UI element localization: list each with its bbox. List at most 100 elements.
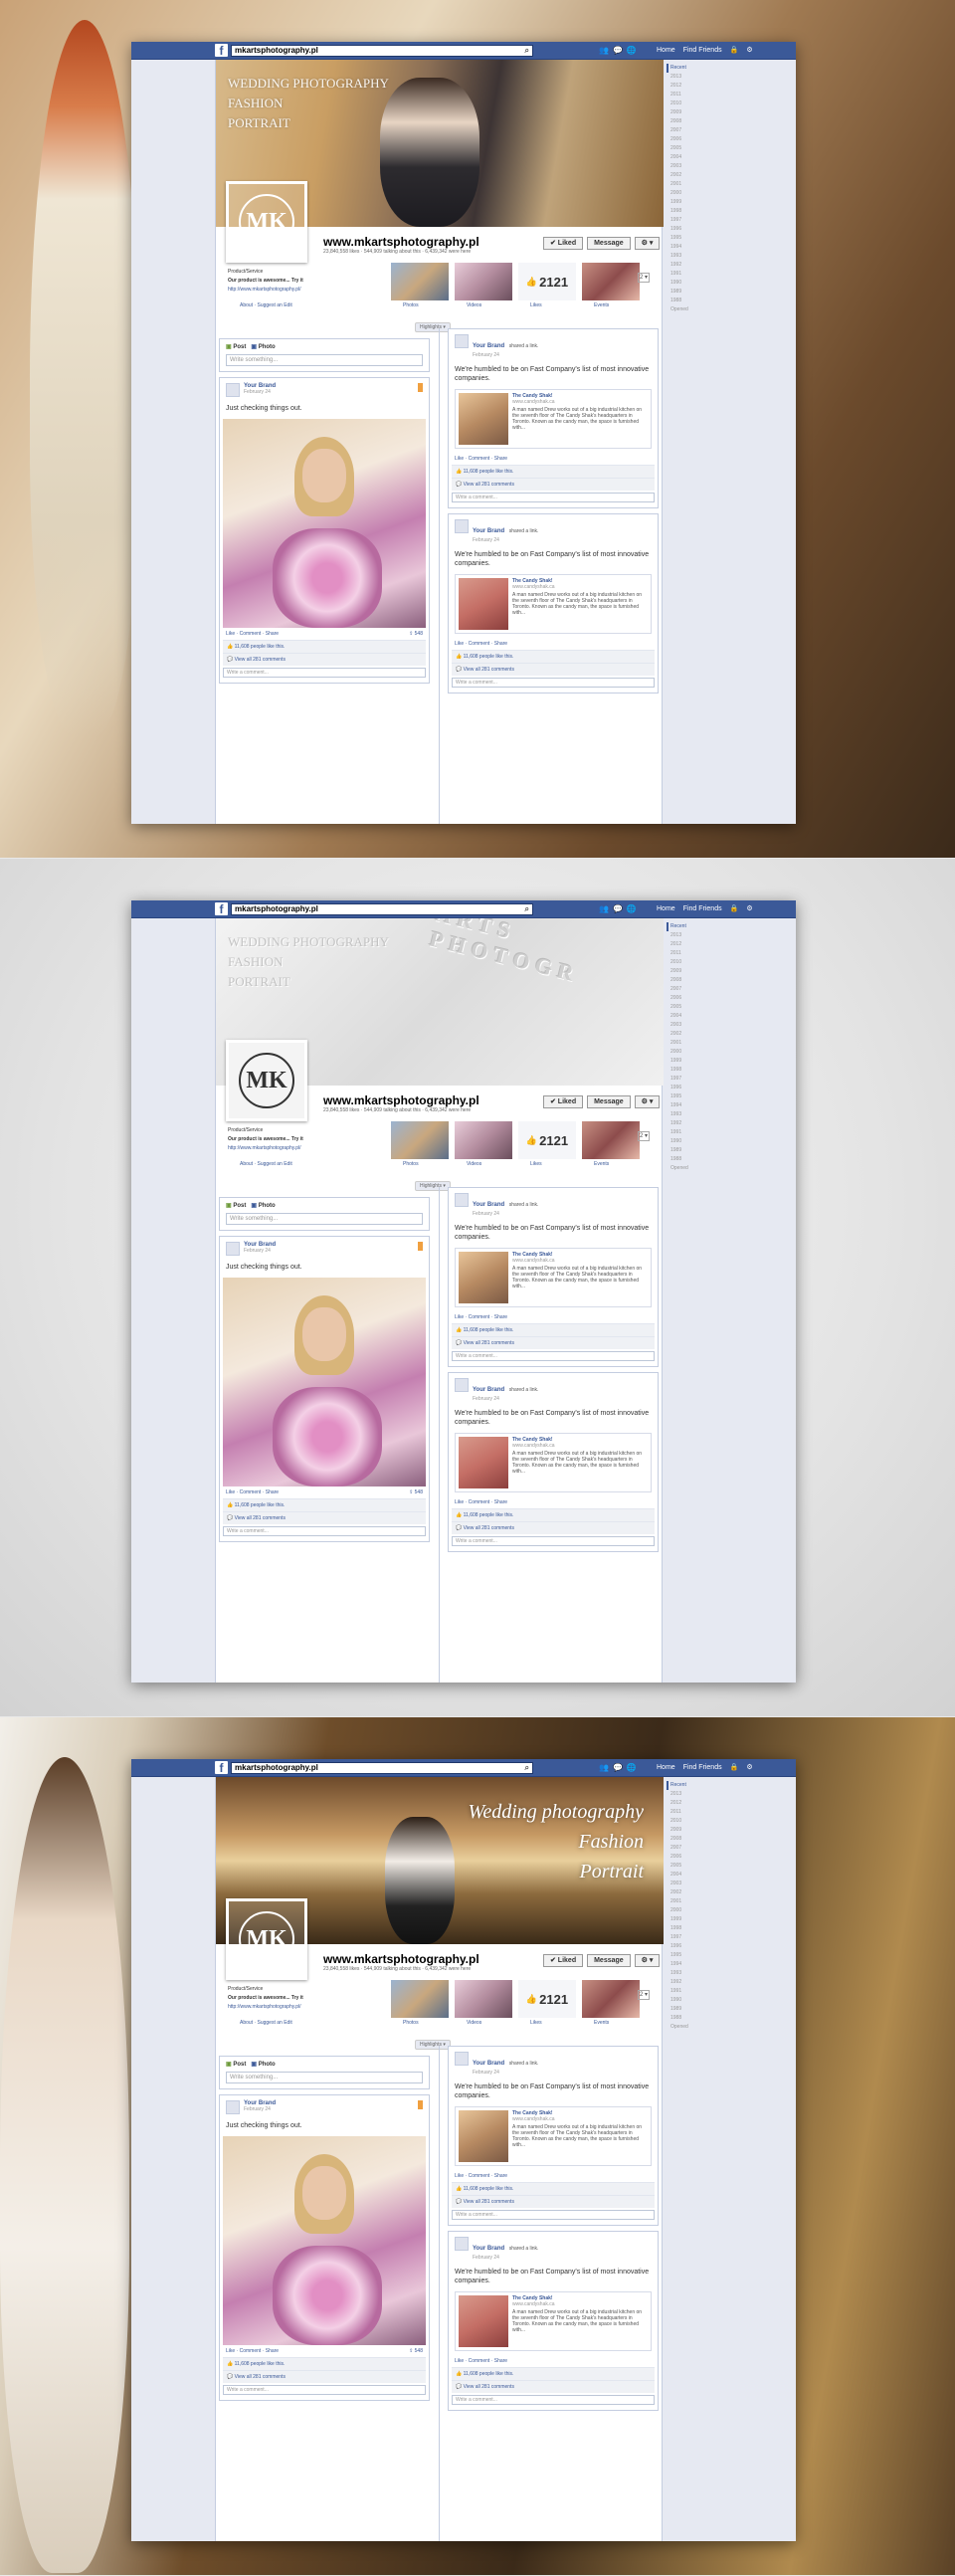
post-date[interactable]: February 24 xyxy=(244,2106,276,2112)
timeline-year[interactable]: 2009 xyxy=(667,967,696,976)
message-button[interactable]: Message xyxy=(587,237,631,250)
timeline-year[interactable]: 2004 xyxy=(667,1012,696,1021)
profile-picture[interactable]: MK xyxy=(226,1040,307,1121)
nav-home[interactable]: Home xyxy=(657,47,675,54)
app-videos[interactable] xyxy=(455,1121,512,1159)
timeline-year[interactable]: Opened xyxy=(667,1164,696,1173)
facebook-logo-icon[interactable]: f xyxy=(215,1761,228,1775)
timeline-year[interactable]: 1997 xyxy=(667,1933,696,1942)
timeline-year[interactable]: 2010 xyxy=(667,1817,696,1826)
timeline-year[interactable]: 1989 xyxy=(667,2005,696,2014)
link-thumbnail[interactable] xyxy=(459,2295,508,2347)
app-likes[interactable]: 👍 2121 xyxy=(518,1980,576,2018)
timeline-year[interactable]: 1996 xyxy=(667,1084,696,1092)
timeline-year[interactable]: 1992 xyxy=(667,1978,696,1987)
app-events[interactable] xyxy=(582,1121,640,1159)
post-tab[interactable]: ▣ Post xyxy=(226,2062,246,2068)
settings-gear-button[interactable]: ⚙ ▾ xyxy=(634,1954,661,1967)
liked-button[interactable]: ✔ Liked xyxy=(543,237,584,250)
post-date[interactable]: February 24 xyxy=(473,1211,538,1217)
timeline-year[interactable]: 1994 xyxy=(667,243,696,252)
timeline-year[interactable]: 2000 xyxy=(667,1906,696,1915)
timeline-year[interactable]: 2000 xyxy=(667,189,696,198)
post-author[interactable]: Your Brand xyxy=(473,343,504,349)
timeline-year[interactable]: 1992 xyxy=(667,261,696,270)
post-date[interactable]: February 24 xyxy=(244,1248,276,1254)
timeline-year[interactable]: 2007 xyxy=(667,126,696,135)
post-date[interactable]: February 24 xyxy=(473,1396,538,1402)
timeline-year[interactable]: 2010 xyxy=(667,958,696,967)
nav-home[interactable]: Home xyxy=(657,905,675,912)
timeline-year[interactable]: 1991 xyxy=(667,1987,696,1996)
comment-input[interactable]: Write a comment... xyxy=(452,493,655,502)
timeline-year[interactable]: 1988 xyxy=(667,1155,696,1164)
search-icon[interactable]: ⌕ xyxy=(525,1763,529,1773)
nav-find-friends[interactable]: Find Friends xyxy=(683,47,722,54)
timeline-year[interactable]: 2004 xyxy=(667,1871,696,1880)
liked-button[interactable]: ✔ Liked xyxy=(543,1095,584,1108)
timeline-year[interactable]: 2003 xyxy=(667,162,696,171)
avatar[interactable] xyxy=(455,519,469,533)
app-photos[interactable] xyxy=(391,263,449,300)
comment-input[interactable]: Write a comment... xyxy=(452,678,655,688)
share-count[interactable]: ⇪ 548 xyxy=(409,631,423,637)
facebook-logo-icon[interactable]: f xyxy=(215,902,228,916)
post-author[interactable]: Your Brand xyxy=(473,1387,504,1393)
app-photos[interactable] xyxy=(391,1980,449,2018)
timeline-year[interactable]: 2005 xyxy=(667,144,696,153)
link-thumbnail[interactable] xyxy=(459,1437,508,1488)
app-label-events[interactable]: Events xyxy=(594,1161,609,1167)
about-links[interactable]: About · Suggest an Edit xyxy=(240,302,292,308)
avatar[interactable] xyxy=(226,383,240,397)
avatar[interactable] xyxy=(455,2237,469,2251)
timeline-year[interactable]: 2007 xyxy=(667,1844,696,1853)
timeline-year[interactable]: 2008 xyxy=(667,1835,696,1844)
timeline-year[interactable]: 1997 xyxy=(667,1075,696,1084)
profile-picture[interactable]: MK xyxy=(226,181,307,263)
app-events[interactable] xyxy=(582,263,640,300)
timeline-year[interactable]: 1993 xyxy=(667,1110,696,1119)
app-label-events[interactable]: Events xyxy=(594,2020,609,2026)
lock-icon[interactable]: 🔒 xyxy=(730,1764,739,1771)
app-label-photos[interactable]: Photos xyxy=(403,302,419,308)
app-label-photos[interactable]: Photos xyxy=(403,1161,419,1167)
timeline-year[interactable]: 2006 xyxy=(667,994,696,1003)
about-links[interactable]: About · Suggest an Edit xyxy=(240,1161,292,1167)
timeline-year[interactable]: 2003 xyxy=(667,1021,696,1030)
link-thumbnail[interactable] xyxy=(459,1252,508,1303)
photo-tab[interactable]: ▣ Photo xyxy=(251,2062,275,2068)
avatar[interactable] xyxy=(455,1193,469,1207)
share-count[interactable]: ⇪ 548 xyxy=(409,1489,423,1495)
bride-photo[interactable] xyxy=(223,419,426,628)
comment-input[interactable]: Write a comment... xyxy=(223,2385,426,2395)
liked-button[interactable]: ✔ Liked xyxy=(543,1954,584,1967)
timeline-year[interactable]: 2005 xyxy=(667,1003,696,1012)
post-tab[interactable]: ▣ Post xyxy=(226,1203,246,1209)
post-author[interactable]: Your Brand xyxy=(473,528,504,534)
avatar[interactable] xyxy=(455,1378,469,1392)
timeline-year[interactable]: 2008 xyxy=(667,117,696,126)
timeline-year[interactable]: 1991 xyxy=(667,1128,696,1137)
app-likes[interactable]: 👍 2121 xyxy=(518,263,576,300)
comment-input[interactable]: Write a comment... xyxy=(223,1526,426,1536)
timeline-year[interactable]: 1990 xyxy=(667,279,696,288)
timeline-year[interactable]: 2011 xyxy=(667,949,696,958)
lock-icon[interactable]: 🔒 xyxy=(730,905,739,912)
settings-gear-button[interactable]: ⚙ ▾ xyxy=(634,1095,661,1108)
status-input[interactable]: Write something... xyxy=(226,2072,423,2083)
timeline-year[interactable]: 1996 xyxy=(667,1942,696,1951)
bookmark-icon[interactable] xyxy=(418,383,423,392)
timeline-year[interactable]: 1989 xyxy=(667,288,696,297)
timeline-year[interactable]: 1997 xyxy=(667,216,696,225)
timeline-year[interactable]: 2000 xyxy=(667,1048,696,1057)
timeline-year[interactable]: 2002 xyxy=(667,1888,696,1897)
post-date[interactable]: February 24 xyxy=(473,537,538,543)
timeline-year[interactable]: 1999 xyxy=(667,198,696,207)
link-thumbnail[interactable] xyxy=(459,393,508,445)
timeline-year[interactable]: Opened xyxy=(667,2023,696,2032)
avatar[interactable] xyxy=(455,2052,469,2066)
post-date[interactable]: February 24 xyxy=(473,2070,538,2076)
search-icon[interactable]: ⌕ xyxy=(525,904,529,914)
timeline-year[interactable]: 2013 xyxy=(667,73,696,82)
timeline-year[interactable]: 2006 xyxy=(667,135,696,144)
